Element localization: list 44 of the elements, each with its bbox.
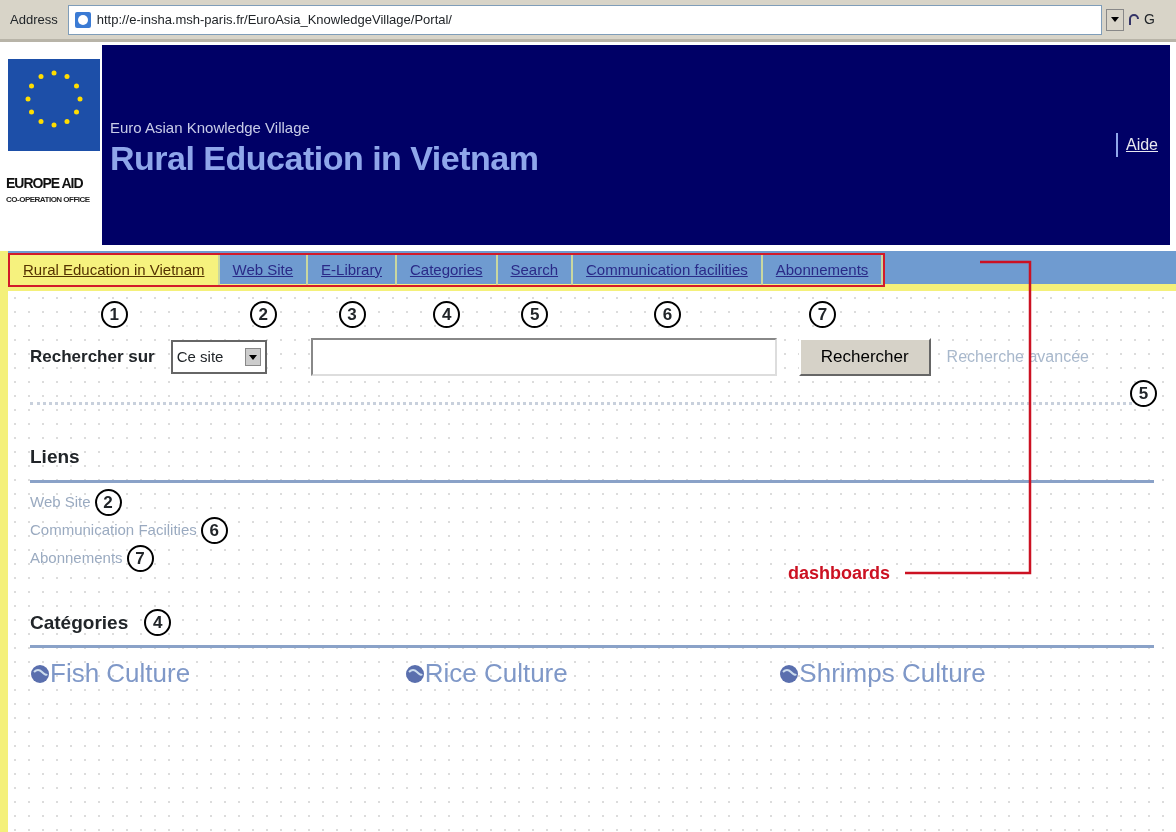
nav-tab[interactable]: Web Site: [219, 255, 309, 285]
globe-icon: [779, 663, 800, 684]
site-title: Rural Education in Vietnam: [110, 139, 539, 177]
search-label: Rechercher sur: [30, 346, 155, 369]
page-icon: [72, 9, 93, 30]
circled-number: 6: [200, 517, 228, 544]
section-heading: Catégories: [30, 610, 129, 635]
category-link[interactable]: Fish Culture: [30, 654, 191, 693]
sidebar-link[interactable]: Abonnements: [30, 547, 123, 570]
circled-number: 5: [1130, 380, 1157, 407]
search-field[interactable]: [310, 338, 777, 376]
sidebar-link[interactable]: Web Site: [30, 491, 91, 514]
scope-select[interactable]: Ce site: [170, 340, 267, 374]
nav-tab[interactable]: Communication facilities: [573, 255, 763, 285]
logo-text: EUROPE AID: [6, 174, 84, 193]
help-link[interactable]: Aide: [1115, 133, 1158, 157]
logo-subtext: CO-OPERATION OFFICE: [6, 194, 91, 206]
nav-tab[interactable]: Search: [497, 255, 574, 285]
category-link[interactable]: Rice Culture: [404, 654, 568, 693]
site-subtitle: Euro Asian Knowledge Village: [110, 118, 311, 138]
circled-number: 7: [809, 301, 837, 328]
go-button[interactable]: G: [1128, 9, 1172, 30]
nav-tab[interactable]: Abonnements: [762, 255, 884, 285]
circled-number: 4: [433, 301, 461, 328]
circled-number: 2: [94, 489, 122, 516]
globe-icon: [404, 663, 425, 684]
nav-tab[interactable]: Rural Education in Vietnam: [10, 255, 220, 285]
annotation-label: dashboards: [788, 562, 891, 585]
section-heading: Liens: [30, 445, 81, 469]
search-button[interactable]: Rechercher: [798, 338, 931, 376]
circled-number: 7: [126, 545, 154, 572]
address-label: Address: [9, 10, 59, 29]
nav-tab[interactable]: Categories: [396, 255, 498, 285]
category-link[interactable]: Shrimps Culture: [779, 654, 986, 693]
circled-number: 1: [100, 301, 128, 328]
circled-number: 4: [144, 609, 172, 637]
address-field[interactable]: http://e-insha.msh-paris.fr/EuroAsia_KnowledgeVillage/Portal/: [67, 4, 1102, 35]
nav-tab[interactable]: E-Library: [308, 255, 397, 285]
globe-icon: [30, 663, 50, 684]
circled-number: 2: [249, 301, 277, 328]
circled-number: 3: [338, 301, 366, 328]
sidebar-link[interactable]: Communication Facilities: [30, 519, 197, 542]
circled-number: 5: [521, 301, 549, 328]
circled-number: 6: [653, 301, 681, 328]
